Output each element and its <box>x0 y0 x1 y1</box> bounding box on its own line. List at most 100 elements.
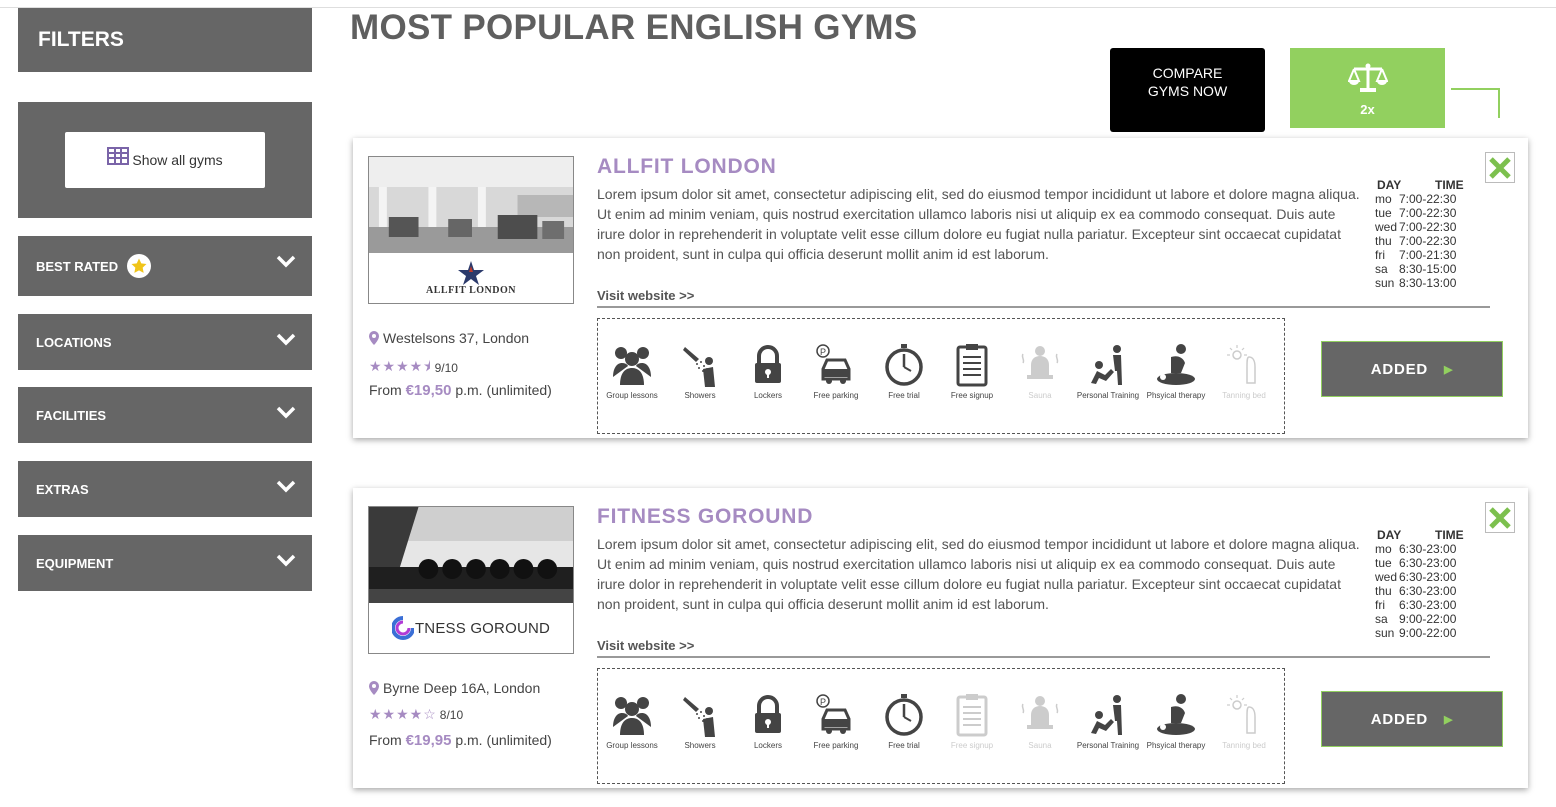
filter-facilities[interactable]: FACILITIES <box>18 387 312 443</box>
facility-free-parking: P Free parking <box>802 693 870 750</box>
chevron-down-icon <box>276 553 296 570</box>
sauna-icon <box>1021 346 1059 379</box>
filters-heading: FILTERS <box>18 8 312 72</box>
hours-row: wed 6:30-23:00 <box>1375 570 1464 584</box>
gym-description: Lorem ipsum dolor sit amet, consectetur … <box>597 186 1360 262</box>
hours-day: fri <box>1375 248 1385 262</box>
facility-group-lessons: Group lessons <box>598 693 666 750</box>
hours-time: 7:00-22:30 <box>1399 192 1457 206</box>
hours-row: fri 7:00-21:30 <box>1375 248 1464 262</box>
hours-day: sa <box>1375 262 1388 276</box>
hours-time: 8:30-15:00 <box>1399 262 1457 276</box>
gym-rating: ★★★★⯨ 9/10 <box>369 356 458 380</box>
facilities-box: Group lessons Showers Lockers P Free par… <box>597 318 1285 434</box>
facility-free-parking: P Free parking <box>802 343 870 400</box>
hours-row: fri 6:30-23:00 <box>1375 598 1464 612</box>
hours-time: 9:00-22:00 <box>1399 612 1457 626</box>
facility-physical-therapy: Phsyical therapy <box>1142 343 1210 400</box>
page-title: MOST POPULAR ENGLISH GYMS <box>350 8 918 47</box>
filter-equipment[interactable]: EQUIPMENT <box>18 535 312 591</box>
facility-tanning-bed: Tanning bed <box>1210 343 1278 400</box>
massage-icon <box>1157 344 1195 385</box>
gym-card: TNESS GOROUND FITNESS GOROUND Lorem ipsu… <box>353 488 1528 788</box>
tanning-icon <box>1227 345 1256 384</box>
filter-best-rated[interactable]: BEST RATED <box>18 236 312 296</box>
show-all-panel: Show all gyms <box>18 102 312 218</box>
facilities-box: Group lessons Showers Lockers P Free par… <box>597 668 1285 784</box>
facility-group-lessons: Group lessons <box>598 343 666 400</box>
gym-card: ALLFIT LONDON ALLFIT LONDON Lorem ipsum … <box>353 138 1528 438</box>
svg-text:P: P <box>820 697 826 707</box>
added-button[interactable]: ADDED ▶ <box>1321 691 1503 747</box>
hours-row: tue 7:00-22:30 <box>1375 206 1464 220</box>
hours-day: thu <box>1375 584 1392 598</box>
remove-button[interactable] <box>1485 152 1515 183</box>
facility-tanning-bed: Tanning bed <box>1210 693 1278 750</box>
show-all-label: Show all gyms <box>132 152 223 168</box>
hours-time: 6:30-23:00 <box>1399 556 1457 570</box>
filter-label: LOCATIONS <box>36 334 112 350</box>
shower-icon <box>683 347 715 387</box>
shower-icon <box>683 697 715 737</box>
trainer-icon <box>1091 345 1122 385</box>
added-button[interactable]: ADDED ▶ <box>1321 341 1503 397</box>
close-icon <box>1489 506 1511 529</box>
sauna-icon <box>1021 696 1059 729</box>
hours-day: tue <box>1375 206 1392 220</box>
location-pin-icon <box>369 331 379 345</box>
hours-row: sa 9:00-22:00 <box>1375 612 1464 626</box>
gym-photo[interactable]: ALLFIT LONDON <box>368 156 574 304</box>
hours-row: mo 6:30-23:00 <box>1375 542 1464 556</box>
hours-row: thu 7:00-22:30 <box>1375 234 1464 248</box>
compare-count-button[interactable]: 2x <box>1290 48 1445 128</box>
chevron-down-icon <box>276 405 296 422</box>
lock-icon <box>755 345 781 383</box>
facility-lockers: Lockers <box>734 343 802 400</box>
hours-row: thu 6:30-23:00 <box>1375 584 1464 598</box>
hours-time: 6:30-23:00 <box>1399 542 1457 556</box>
remove-button[interactable] <box>1485 502 1515 533</box>
gym-price: From €19,50 p.m. (unlimited) <box>369 382 552 399</box>
hours-day: wed <box>1375 570 1398 584</box>
caret-right-icon: ▶ <box>1444 713 1454 726</box>
tanning-icon <box>1227 695 1256 734</box>
stopwatch-icon <box>885 344 923 386</box>
gym-price: From €19,95 p.m. (unlimited) <box>369 732 552 749</box>
gym-photo[interactable]: TNESS GOROUND <box>368 506 574 654</box>
hours-day-header: DAY <box>1377 528 1402 542</box>
chevron-down-icon <box>276 254 296 271</box>
facility-lockers: Lockers <box>734 693 802 750</box>
hours-time: 7:00-21:30 <box>1399 248 1457 262</box>
facility-physical-therapy: Phsyical therapy <box>1142 693 1210 750</box>
scales-icon <box>1347 62 1389 99</box>
compare-connector <box>1451 88 1500 118</box>
facility-free-signup: Free signup <box>938 693 1006 750</box>
filter-label: EQUIPMENT <box>36 555 114 571</box>
hours-time: 7:00-22:30 <box>1399 234 1457 248</box>
location-pin-icon <box>369 681 379 695</box>
hours-row: sun 8:30-13:00 <box>1375 276 1464 290</box>
show-all-gyms-button[interactable]: Show all gyms <box>65 132 265 188</box>
visit-website-link[interactable]: Visit website >> <box>597 638 694 653</box>
gym-address: Westelsons 37, London <box>369 330 529 346</box>
facility-free-signup: Free signup <box>938 343 1006 400</box>
chevron-down-icon <box>276 479 296 496</box>
hours-time: 7:00-22:30 <box>1399 206 1457 220</box>
parking-icon: P <box>816 694 851 734</box>
massage-icon <box>1157 694 1195 735</box>
rating-stars: ★★★★☆ <box>369 706 437 722</box>
visit-website-link[interactable]: Visit website >> <box>597 288 694 303</box>
facility-free-trial: Free trial <box>870 343 938 400</box>
opening-hours: DAY TIME mo 7:00-22:30 tue 7:00-22:30 wed 7:… <box>1375 178 1464 290</box>
hours-row: tue 6:30-23:00 <box>1375 556 1464 570</box>
caret-right-icon: ▶ <box>1444 363 1454 376</box>
filter-extras[interactable]: EXTRAS <box>18 461 312 517</box>
hours-row: sun 9:00-22:00 <box>1375 626 1464 640</box>
filter-locations[interactable]: LOCATIONS <box>18 314 312 370</box>
compare-gyms-button[interactable]: COMPARE GYMS NOW <box>1110 48 1265 132</box>
group-icon <box>613 697 651 735</box>
clipboard-icon <box>956 344 988 387</box>
filter-label: EXTRAS <box>36 481 89 497</box>
gym-name: FITNESS GOROUND <box>597 505 814 528</box>
opening-hours: DAY TIME mo 6:30-23:00 tue 6:30-23:00 wed 6:… <box>1375 528 1464 640</box>
